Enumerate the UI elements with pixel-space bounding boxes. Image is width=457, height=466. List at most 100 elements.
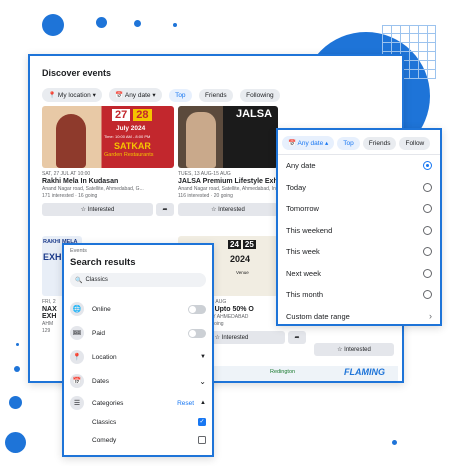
tab-top[interactable]: Top xyxy=(169,89,192,102)
event-actions: ☆ Interested xyxy=(314,343,394,356)
search-icon: 🔍 xyxy=(75,277,83,284)
event-actions: ☆ Interested ➦ xyxy=(42,203,174,216)
tab-friends[interactable]: Friends xyxy=(199,89,233,102)
interested-button[interactable]: ☆ Interested xyxy=(42,203,153,216)
decor-dot xyxy=(134,20,141,27)
poster-model xyxy=(186,112,216,168)
chevron-up-icon: ▲ xyxy=(200,400,206,406)
date-option-this-week[interactable]: This week xyxy=(278,241,440,263)
checkbox[interactable] xyxy=(198,436,206,444)
filter-list: 🌐 Online 🎟 Paid 📍 Location ▼ 📅 Dates ⌄ ☰… xyxy=(70,297,206,449)
date-option-tomorrow[interactable]: Tomorrow xyxy=(278,198,440,220)
strip-banner-flaming: FLAMING xyxy=(344,367,385,377)
interested-label: Interested xyxy=(221,335,249,341)
filter-paid[interactable]: 🎟 Paid xyxy=(70,321,206,345)
search-input[interactable]: 🔍 Classics xyxy=(70,273,206,287)
event-card[interactable]: JALSA TUES, 13 AUG-15 AUG JALSA Premium … xyxy=(178,106,290,216)
radio[interactable] xyxy=(423,290,432,300)
radio[interactable] xyxy=(423,182,432,192)
radio[interactable] xyxy=(423,204,432,214)
category-label: Comedy xyxy=(92,436,117,444)
chevron-right-icon: › xyxy=(429,311,432,322)
decor-dot xyxy=(392,440,397,445)
event-poster: 27 28 July 2024 Time: 10:00 AM - 8:00 PM… xyxy=(42,106,174,168)
date-option-next-week[interactable]: Next week xyxy=(278,263,440,285)
date-option-today[interactable]: Today xyxy=(278,177,440,199)
poster-date-badge: 27 28 xyxy=(112,109,152,121)
ticket-icon: 🎟 xyxy=(70,326,84,340)
date-option-this-month[interactable]: This month xyxy=(278,284,440,306)
filter-dates[interactable]: 📅 Dates ⌄ xyxy=(70,369,206,393)
radio-selected[interactable] xyxy=(423,161,432,171)
chevron-down-icon: ⌄ xyxy=(199,376,206,386)
filter-location[interactable]: 📍 Location ▼ xyxy=(70,345,206,369)
filter-label: Categories xyxy=(92,399,124,407)
share-icon[interactable]: ➦ xyxy=(156,203,174,216)
event-card[interactable]: ☆ Interested xyxy=(314,343,394,356)
date-option-any-date[interactable]: Any date xyxy=(278,155,440,177)
decor-dot xyxy=(173,23,177,27)
search-query: Classics xyxy=(85,277,108,283)
interested-label: Interested xyxy=(344,347,371,353)
event-title[interactable]: Rakhi Mela In Kudasan xyxy=(42,178,174,185)
date-option-custom-range[interactable]: Custom date range › xyxy=(278,306,440,325)
poster-venue: Venue xyxy=(236,270,249,275)
category-comedy[interactable]: Comedy xyxy=(70,431,206,449)
date-dropdown-panel: 📅 Any date ▴ Top Friends Follow Any date… xyxy=(276,128,442,326)
date-option-this-weekend[interactable]: This weekend xyxy=(278,220,440,242)
decor-dot xyxy=(96,17,107,28)
option-label: This week xyxy=(286,247,320,257)
interested-button[interactable]: ☆ Interested xyxy=(314,343,394,356)
event-title[interactable]: JALSA Premium Lifestyle Exhibiti xyxy=(178,178,290,185)
online-toggle[interactable] xyxy=(188,304,206,314)
search-results-panel: Events Search results 🔍 Classics 🌐 Onlin… xyxy=(62,243,214,457)
panel-title: Search results xyxy=(70,257,136,268)
poster-date-badge: 24 25 xyxy=(228,240,256,249)
radio[interactable] xyxy=(423,247,432,257)
decor-dot xyxy=(5,432,26,453)
radio[interactable] xyxy=(423,268,432,278)
event-card[interactable]: 27 28 July 2024 Time: 10:00 AM - 8:00 PM… xyxy=(42,106,174,216)
event-poster: JALSA xyxy=(178,106,278,168)
tab-top[interactable]: Top xyxy=(337,136,360,150)
option-label: Next week xyxy=(286,268,322,278)
event-location: Anand Nagar road, Satellite, Ahmedabad, … xyxy=(42,186,144,192)
tab-friends[interactable]: Friends xyxy=(362,136,397,150)
location-filter-pill[interactable]: 📍 My location ▾ xyxy=(42,88,102,102)
tab-following[interactable]: Follow xyxy=(399,136,431,150)
event-date: TUES, 13 AUG-15 AUG xyxy=(178,171,231,177)
checkbox-checked[interactable]: ✓ xyxy=(198,418,206,426)
poster-time: Time: 10:00 AM - 8:00 PM xyxy=(104,134,151,139)
date-filter-pill[interactable]: 📅 Any date ▾ xyxy=(109,88,162,102)
poster-day-1: 24 xyxy=(228,240,241,249)
poster-month: July 2024 xyxy=(116,125,146,132)
decor-dot xyxy=(14,366,20,372)
interested-label: Interested xyxy=(218,207,245,213)
poster-day-2: 25 xyxy=(242,240,256,249)
poster-person xyxy=(56,114,86,168)
category-classics[interactable]: Classics ✓ xyxy=(70,413,206,431)
date-filter-label: Any date xyxy=(124,92,151,99)
list-icon: ☰ xyxy=(70,396,84,410)
option-label: This month xyxy=(286,290,324,300)
filter-label: Dates xyxy=(92,377,109,385)
radio[interactable] xyxy=(423,225,432,235)
filter-online[interactable]: 🌐 Online xyxy=(70,297,206,321)
paid-toggle[interactable] xyxy=(188,328,206,338)
decor-dot xyxy=(9,396,22,409)
filter-label: Paid xyxy=(92,329,106,337)
poster-venue-sub: Garden Restaurants xyxy=(104,152,154,158)
date-filter-pill-active[interactable]: 📅 Any date ▴ xyxy=(282,136,335,150)
interested-label: Interested xyxy=(87,207,115,213)
poster-year: 2024 xyxy=(230,254,251,264)
interested-button[interactable]: ☆ Interested xyxy=(178,203,278,216)
option-label: This weekend xyxy=(286,225,333,235)
option-label: Any date xyxy=(286,161,316,171)
tab-following[interactable]: Following xyxy=(240,89,280,102)
poster-subheading: EXHI xyxy=(43,252,65,262)
option-label: Custom date range xyxy=(286,311,350,321)
share-icon[interactable]: ➦ xyxy=(288,331,306,344)
reset-link[interactable]: Reset xyxy=(177,400,194,407)
poster-venue: SATKAR xyxy=(114,141,151,151)
filter-categories[interactable]: ☰ Categories Reset ▲ xyxy=(70,393,206,413)
